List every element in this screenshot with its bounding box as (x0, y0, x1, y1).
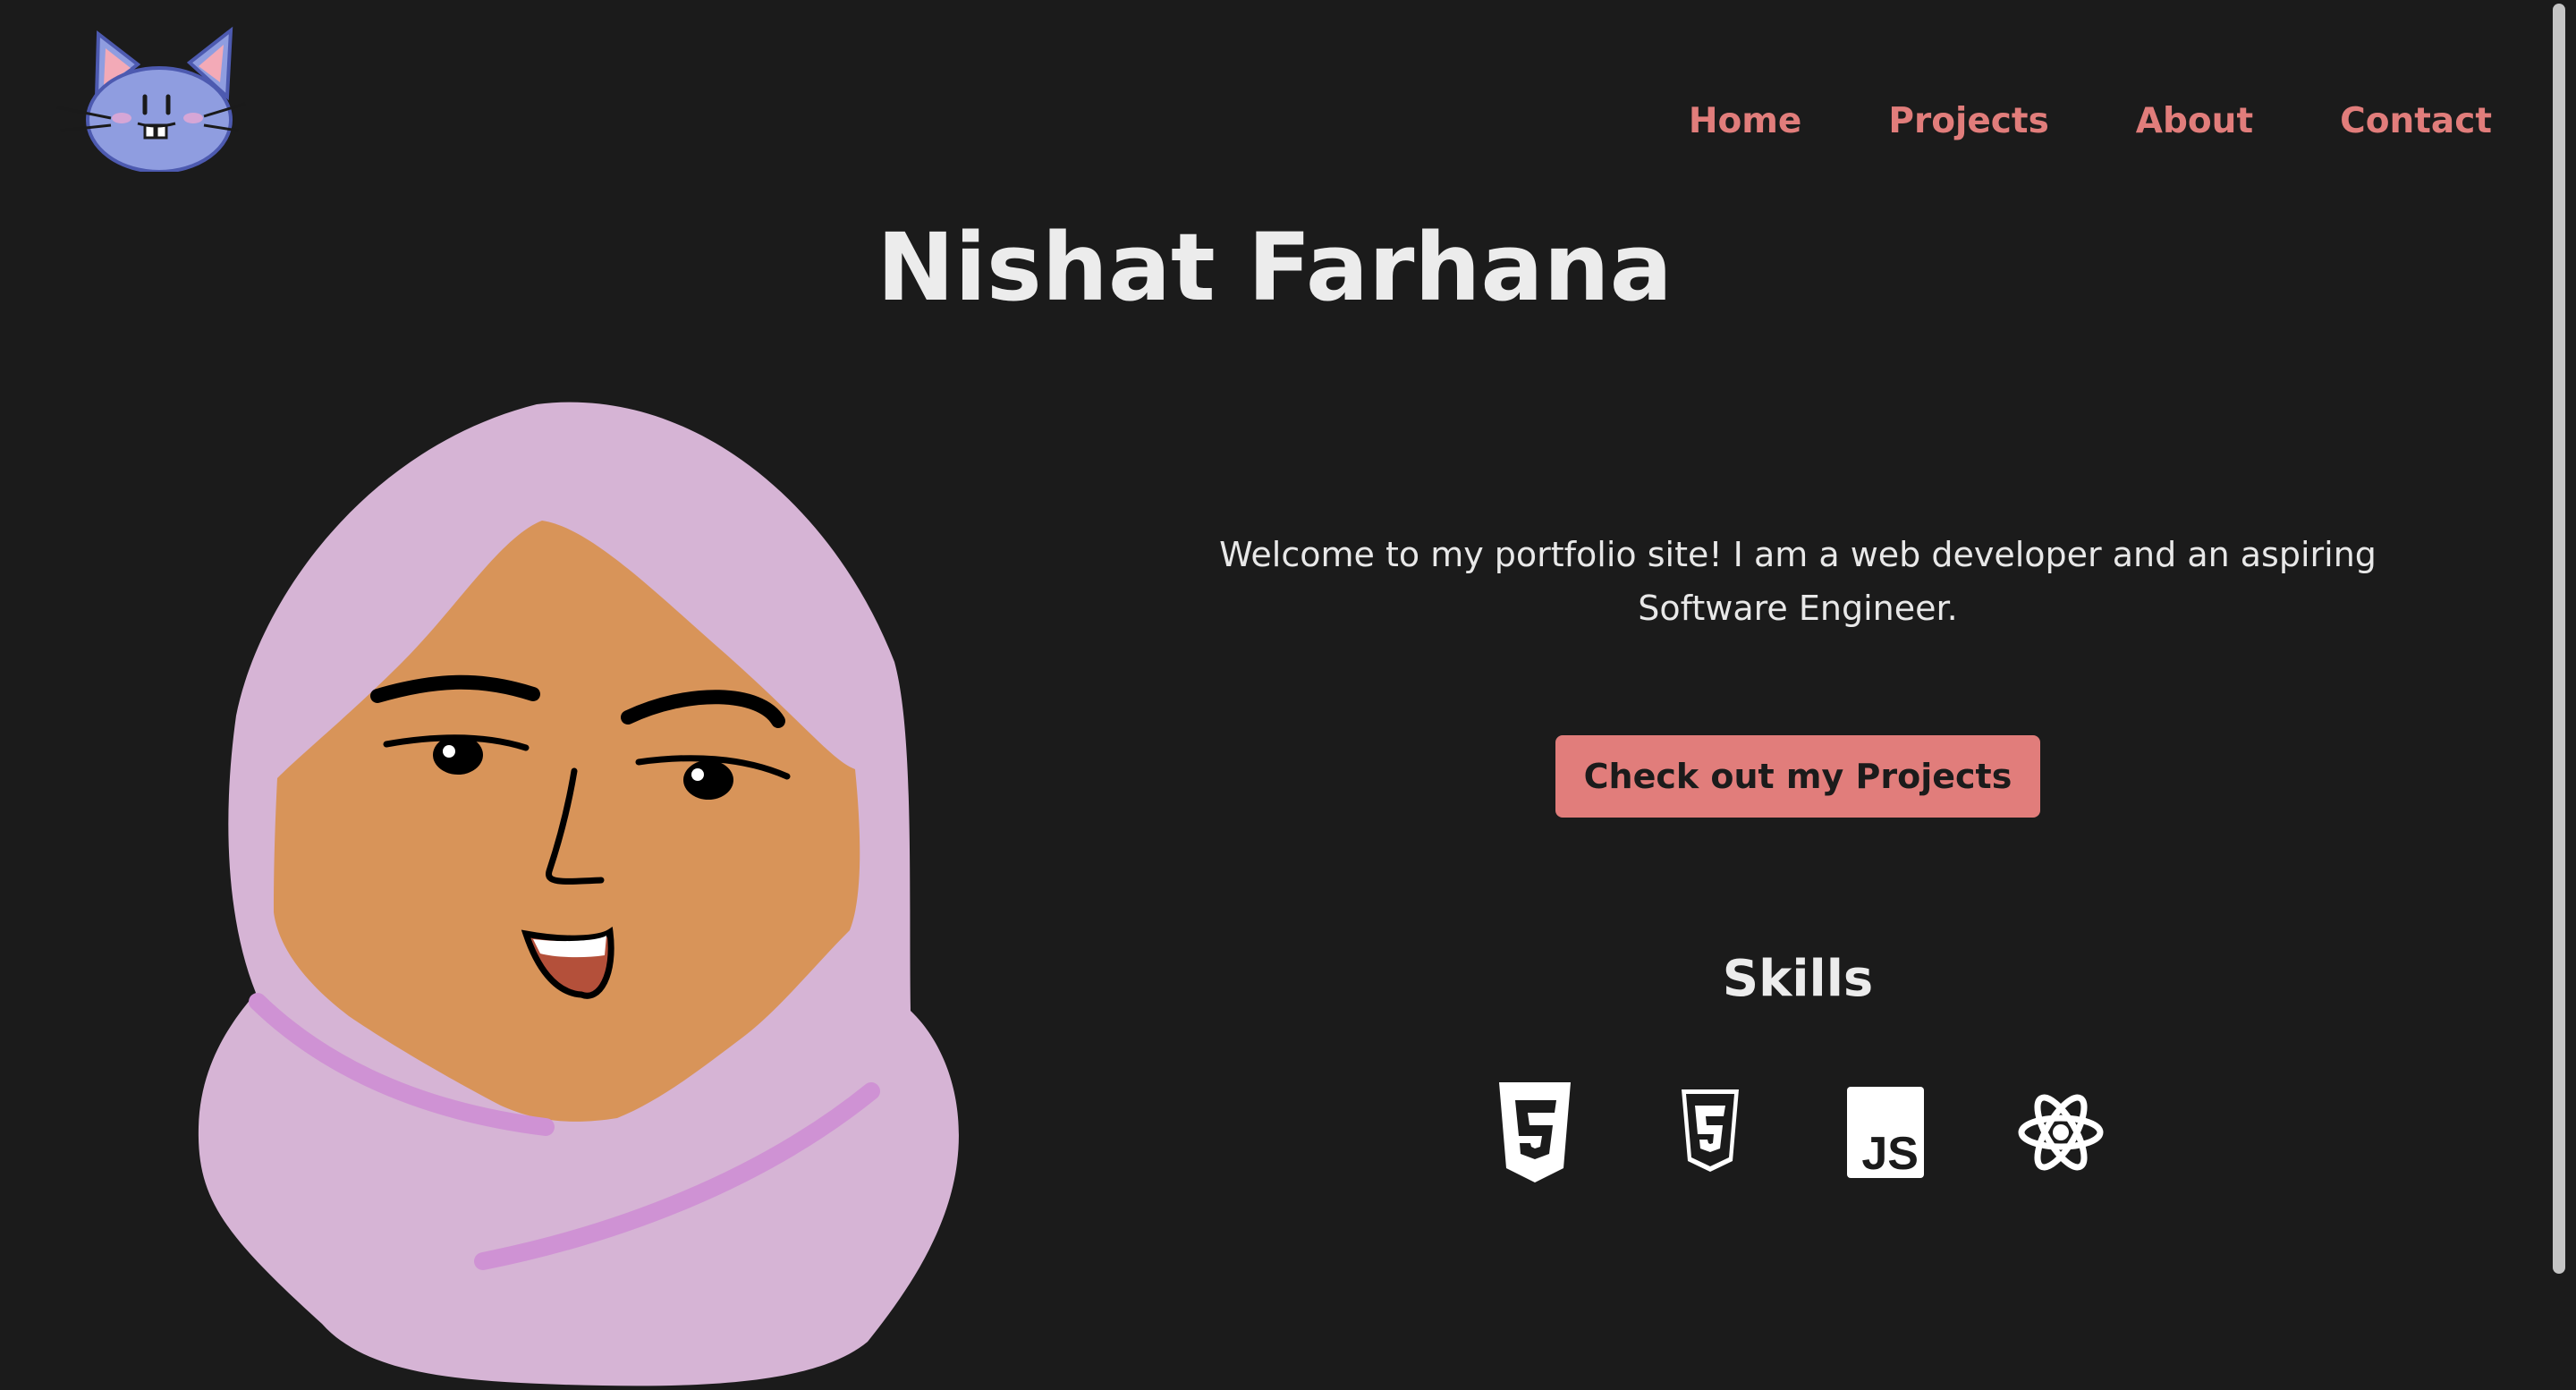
nav-contact[interactable]: Contact (2340, 97, 2492, 147)
skills-heading: Skills (1722, 950, 1874, 1008)
page-title: Nishat Farhana (877, 213, 1673, 322)
check-projects-button[interactable]: Check out my Projects (1555, 735, 2041, 818)
skills-list: JS (1190, 1081, 2406, 1184)
nav-about[interactable]: About (2136, 97, 2253, 147)
cat-logo-icon[interactable] (52, 23, 249, 172)
javascript-icon: JS (1841, 1081, 1930, 1184)
nav-home[interactable]: Home (1689, 97, 1802, 147)
css3-icon (1665, 1081, 1755, 1184)
main-nav: Home Projects About Contact (1602, 97, 2492, 147)
intro-text: Welcome to my portfolio site! I am a web… (1219, 535, 2377, 628)
nav-projects[interactable]: Projects (1888, 97, 2048, 147)
react-icon (2016, 1081, 2106, 1184)
avatar-illustration (198, 402, 959, 1386)
intro-section: Welcome to my portfolio site! I am a web… (1190, 528, 2406, 1184)
portfolio-page: Home Projects About Contact Nishat Farha… (0, 0, 2576, 1390)
svg-text:JS: JS (1861, 1128, 1919, 1178)
scrollbar-thumb[interactable] (2553, 4, 2565, 1274)
html5-icon (1490, 1081, 1580, 1184)
page-scrollbar[interactable] (2549, 0, 2569, 1390)
